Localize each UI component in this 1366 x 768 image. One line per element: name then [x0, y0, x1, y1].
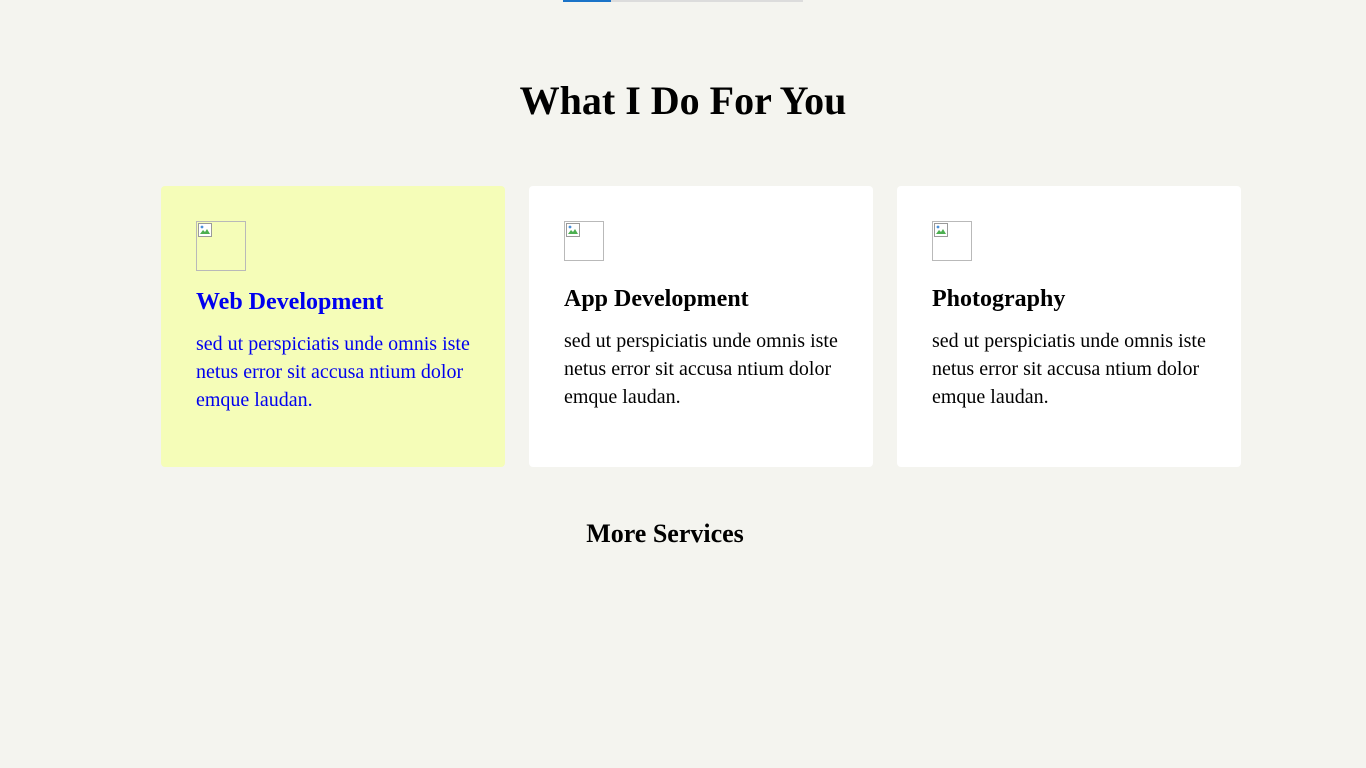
section-title: What I Do For You — [519, 78, 847, 123]
service-card-photography[interactable]: Photography sed ut perspiciatis unde omn… — [897, 186, 1241, 467]
services-grid: Web Development sed ut perspiciatis unde… — [161, 186, 1241, 467]
broken-image-icon — [196, 221, 246, 271]
more-services-link[interactable]: More Services — [0, 518, 1330, 550]
service-title: Web Development — [196, 289, 384, 315]
broken-image-glyph — [198, 223, 212, 237]
service-title: App Development — [564, 286, 749, 312]
service-description: sed ut perspiciatis unde omnis iste netu… — [196, 333, 470, 411]
broken-image-glyph — [566, 223, 580, 237]
top-progress-bar — [563, 0, 803, 2]
service-card-web-development[interactable]: Web Development sed ut perspiciatis unde… — [161, 186, 505, 467]
service-title: Photography — [932, 286, 1066, 312]
broken-image-icon — [564, 221, 604, 261]
broken-image-glyph — [934, 223, 948, 237]
top-progress-fill — [563, 0, 611, 2]
service-description: sed ut perspiciatis unde omnis iste netu… — [932, 330, 1206, 408]
service-description: sed ut perspiciatis unde omnis iste netu… — [564, 330, 838, 408]
service-card-app-development[interactable]: App Development sed ut perspiciatis unde… — [529, 186, 873, 467]
broken-image-icon — [932, 221, 972, 261]
